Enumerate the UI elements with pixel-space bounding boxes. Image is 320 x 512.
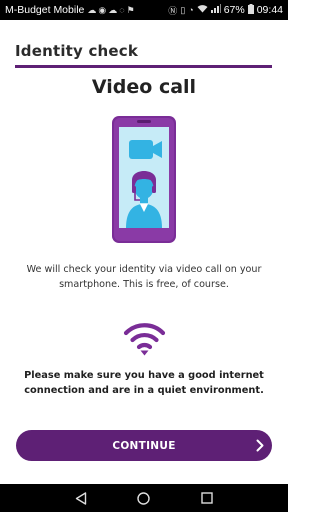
alarm-icon: ⚑ — [126, 4, 135, 15]
recents-button[interactable] — [196, 487, 218, 509]
battery-icon — [247, 3, 254, 17]
description-text: We will check your identity via video ca… — [26, 264, 262, 290]
status-bar: M-Budget Mobile ☁ ◉ ☁ ◌ ⚑ Ⓝ ▯ ◔ 67% 09:4… — [0, 0, 288, 20]
wifi-icon — [197, 4, 208, 16]
chevron-right-icon — [256, 439, 264, 452]
signal-icon — [210, 4, 221, 16]
continue-button[interactable]: CONTINUE — [16, 430, 272, 461]
cloud-icon: ☁ — [87, 4, 97, 15]
video-call-illustration — [112, 116, 176, 243]
home-button[interactable] — [133, 487, 155, 509]
vibrate-icon: ▯ — [180, 4, 186, 15]
nfc-icon: Ⓝ — [168, 5, 178, 16]
page-title: Identity check — [15, 42, 139, 60]
notification-icons: ☁ ◉ ☁ ◌ ⚑ — [87, 5, 134, 16]
back-icon — [76, 491, 87, 505]
header-divider — [15, 65, 272, 68]
battery-level: 67% — [223, 4, 245, 16]
cloud-icon: ☁ — [108, 4, 118, 15]
alarm-clock-icon: ◔ — [188, 5, 194, 15]
chat-icon: ◉ — [98, 4, 107, 15]
section-title: Video call — [91, 76, 197, 98]
carrier-name: M-Budget Mobile — [5, 4, 85, 16]
navigation-bar — [0, 484, 288, 512]
continue-button-label: CONTINUE — [112, 439, 176, 452]
back-button[interactable] — [70, 487, 92, 509]
recents-icon — [200, 492, 213, 504]
clock: 09:44 — [256, 4, 283, 16]
wifi-icon — [123, 323, 166, 356]
sync-icon: ◌ — [119, 5, 125, 15]
home-icon — [137, 491, 151, 505]
connection-notice: Please make sure you have a good interne… — [24, 370, 264, 396]
